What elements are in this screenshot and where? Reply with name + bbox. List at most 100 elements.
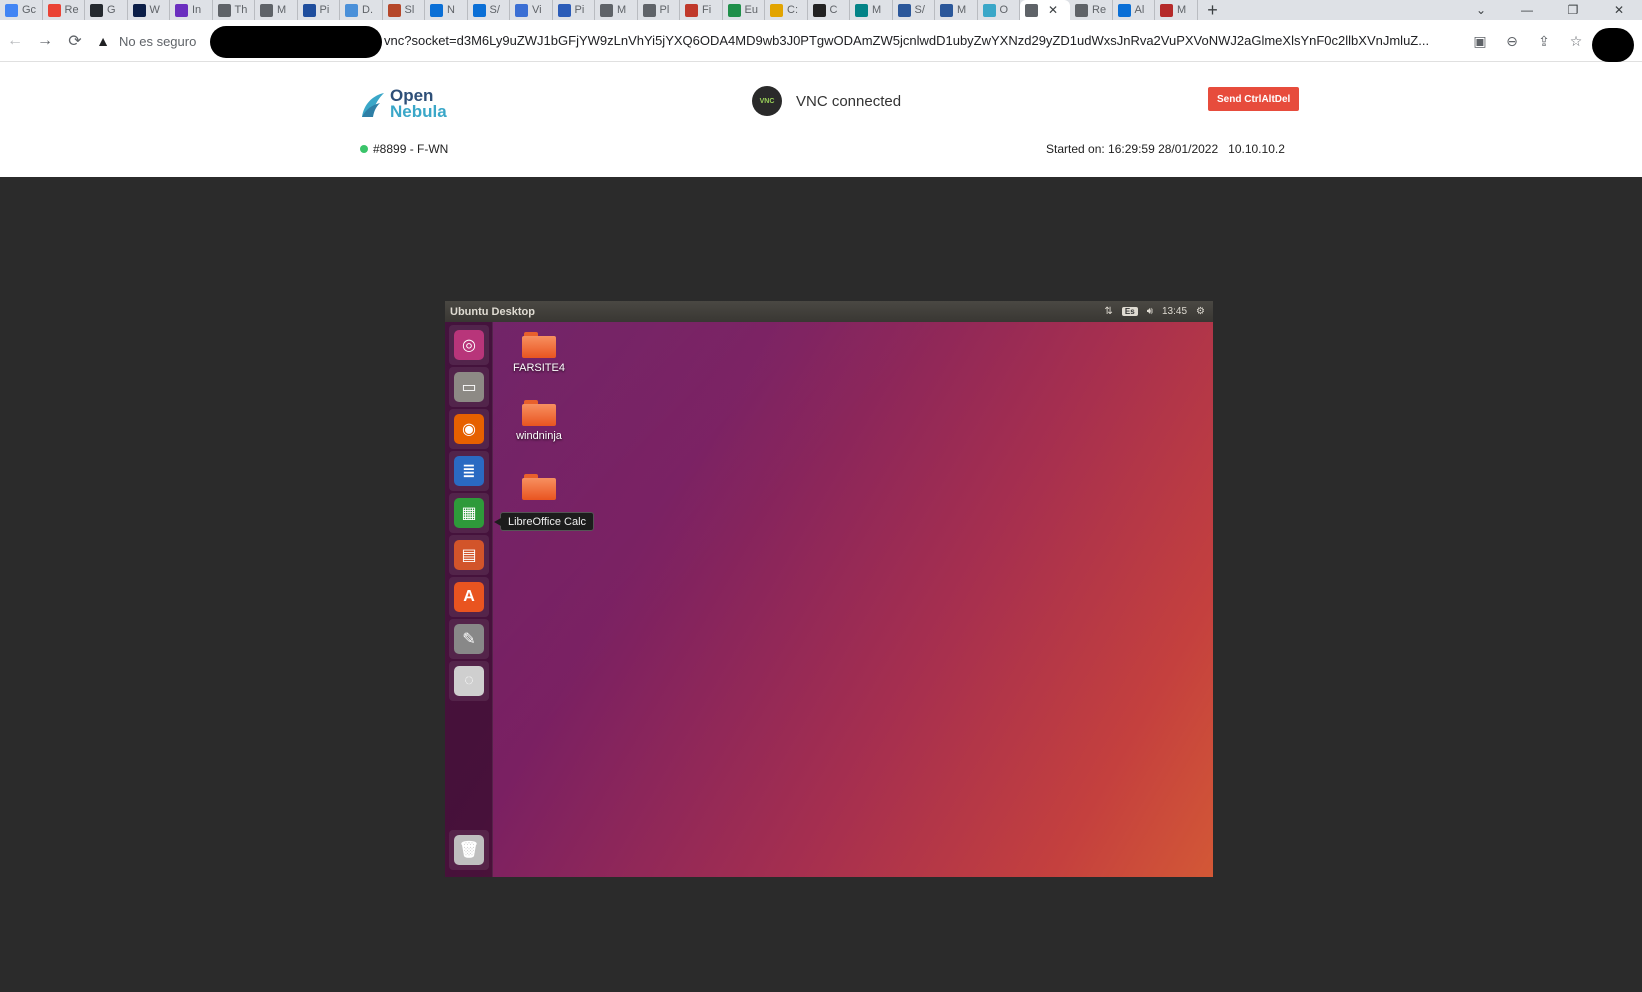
launcher-item-ubuntu-dash[interactable]: ◎ — [449, 325, 489, 365]
minimize-button[interactable]: — — [1504, 0, 1550, 20]
tab-label: S/ — [489, 4, 500, 16]
desktop-folder-windninja[interactable]: windninja — [499, 400, 579, 442]
browser-tab[interactable]: S/ — [893, 0, 935, 20]
launcher-item-files[interactable]: ▭ — [449, 367, 489, 407]
browser-tab[interactable]: W — [128, 0, 170, 20]
s-icon — [345, 3, 358, 17]
zoom-icon[interactable]: ⊖ — [1500, 26, 1524, 56]
close-window-button[interactable]: ✕ — [1596, 0, 1642, 20]
volume-icon[interactable]: 🔊︎ — [1147, 306, 1153, 317]
dvd-icon: ◌ — [454, 666, 484, 696]
browser-tab[interactable]: M — [850, 0, 893, 20]
warning-icon[interactable]: ▲ — [95, 33, 111, 49]
vnc-canvas[interactable]: Ubuntu Desktop ⇅ Es 🔊︎ 13:45 ⚙ ◎ ▭ ◉ ≣ ▦ ▤ A ✎ ◌… — [445, 301, 1213, 877]
browser-tab[interactable]: Fi — [680, 0, 723, 20]
toolbar-actions: ▣ ⊖ ⇪ ☆ — [1468, 26, 1588, 56]
tab-label: M — [1177, 4, 1187, 16]
browser-tab[interactable]: S/ — [468, 0, 510, 20]
tab-label: M — [957, 4, 967, 16]
folder-icon — [522, 400, 556, 426]
vnc-logo-icon: VNC — [752, 86, 782, 116]
launcher-item-trash[interactable]: 🗑︎ — [449, 830, 489, 870]
browser-tab[interactable]: Th — [213, 0, 255, 20]
url-text[interactable]: vnc?socket=d3M6Ly9uZWJ1bGFjYW9zLnVhYi5jY… — [384, 33, 1429, 48]
browser-tab[interactable]: Re — [43, 0, 85, 20]
browser-tab[interactable]: Pi — [553, 0, 595, 20]
security-label[interactable]: No es seguro — [119, 34, 196, 49]
tab-label: Eu — [744, 4, 758, 16]
bookmark-icon — [387, 3, 401, 17]
redacted-host — [210, 26, 382, 58]
tab-label: Pi — [574, 4, 585, 16]
power-settings-icon[interactable]: ⚙ — [1196, 306, 1205, 317]
tab-label: Th — [234, 4, 248, 16]
desktop-folder-farsite4[interactable]: FARSITE4 — [499, 332, 579, 374]
desktop-folder-3[interactable] — [499, 474, 579, 504]
tab-label: Vi — [532, 4, 542, 16]
tab-label: N — [447, 4, 455, 16]
browser-tab[interactable]: N — [425, 0, 468, 20]
ubuntu-indicators: ⇅ Es 🔊︎ 13:45 ⚙ — [1105, 306, 1206, 317]
translate-icon[interactable]: ▣ — [1468, 26, 1492, 56]
profile-avatar[interactable] — [1592, 28, 1634, 62]
google-sheets-icon — [5, 3, 18, 17]
keyboard-layout-indicator[interactable]: Es — [1121, 307, 1138, 316]
tab-label: Al — [1134, 4, 1145, 16]
launcher-item-firefox[interactable]: ◉ — [449, 409, 489, 449]
launcher-item-libreoffice-calc[interactable]: ▦ — [449, 493, 489, 533]
browser-tab[interactable]: Eu — [723, 0, 765, 20]
diamond-icon — [812, 3, 826, 17]
address-bar[interactable]: ▲ No es seguro vnc?socket=d3M6Ly9uZWJ1bG… — [95, 24, 1475, 58]
browser-tab[interactable]: D. — [340, 0, 383, 20]
globe-icon — [642, 3, 656, 17]
launcher-item-libreoffice-writer[interactable]: ≣ — [449, 451, 489, 491]
browser-tab[interactable]: M — [595, 0, 638, 20]
browser-tab[interactable]: G — [85, 0, 128, 20]
reload-button[interactable]: ⟳ — [60, 26, 90, 56]
browser-tab[interactable]: Vi — [510, 0, 553, 20]
launcher-item-libreoffice-impress[interactable]: ▤ — [449, 535, 489, 575]
opennebula-logo-mark — [360, 89, 386, 119]
network-icon[interactable]: ⇅ — [1105, 306, 1113, 317]
launcher-item-ubuntu-software[interactable]: A — [449, 577, 489, 617]
bookmark-star-icon[interactable]: ☆ — [1564, 26, 1588, 56]
browser-tab[interactable]: M — [1155, 0, 1198, 20]
browser-tab[interactable]: Al — [1113, 0, 1155, 20]
ubuntu-top-panel: Ubuntu Desktop ⇅ Es 🔊︎ 13:45 ⚙ — [445, 301, 1213, 322]
browser-tab[interactable]: C: — [765, 0, 808, 20]
browser-tab[interactable]: Pl — [638, 0, 680, 20]
restore-button[interactable]: ❐ — [1550, 0, 1596, 20]
folder-icon — [522, 332, 556, 358]
browser-tab[interactable]: Gc — [0, 0, 43, 20]
browser-tab[interactable]: O — [978, 0, 1020, 20]
close-tab-icon[interactable]: ✕ — [1048, 3, 1058, 17]
tab-list: Gc Re G W In Th M Pi D. Sl N S/Vi Pi M Pl Fi Eu C: C M S/M O ✕… — [0, 0, 1198, 20]
tab-label: C — [829, 4, 838, 16]
forward-button[interactable]: → — [30, 26, 60, 56]
new-tab-button[interactable]: + — [1198, 0, 1228, 20]
tab-label: Sl — [404, 4, 415, 16]
tab-search-icon[interactable]: ⌄ — [1458, 0, 1504, 20]
browser-toolbar: ← → ⟳ ▲ No es seguro vnc?socket=d3M6Ly9u… — [0, 20, 1642, 62]
browser-tab[interactable]: Sl — [383, 0, 425, 20]
gmail-icon — [47, 3, 61, 17]
browser-tab[interactable]: M — [255, 0, 298, 20]
back-button[interactable]: ← — [0, 26, 30, 56]
browser-tab[interactable]: Re — [1070, 0, 1113, 20]
launcher-item-system-settings[interactable]: ✎ — [449, 619, 489, 659]
globe-icon — [217, 3, 231, 17]
browser-tab[interactable]: M — [935, 0, 978, 20]
browser-tab[interactable]: In — [170, 0, 213, 20]
ubuntu-panel-title: Ubuntu Desktop — [450, 305, 535, 318]
launcher-item-dvd[interactable]: ◌ — [449, 661, 489, 701]
libreoffice-calc-icon: ▦ — [454, 498, 484, 528]
clock[interactable]: 13:45 — [1162, 306, 1187, 317]
browser-tab[interactable]: Pi — [298, 0, 340, 20]
browser-tab[interactable]: C — [808, 0, 850, 20]
started-on-text: Started on: 16:29:59 28/01/2022 — [1046, 142, 1219, 156]
ubuntu-desktop[interactable]: ◎ ▭ ◉ ≣ ▦ ▤ A ✎ ◌ 🗑︎ FARSITE4 windninja LibreOffi… — [445, 322, 1213, 877]
share-icon[interactable]: ⇪ — [1532, 26, 1556, 56]
send-ctrlaltdel-button[interactable]: Send CtrlAltDel — [1208, 87, 1300, 111]
browser-tab-active[interactable]: ✕ — [1020, 0, 1070, 20]
tab-label: In — [192, 4, 202, 16]
